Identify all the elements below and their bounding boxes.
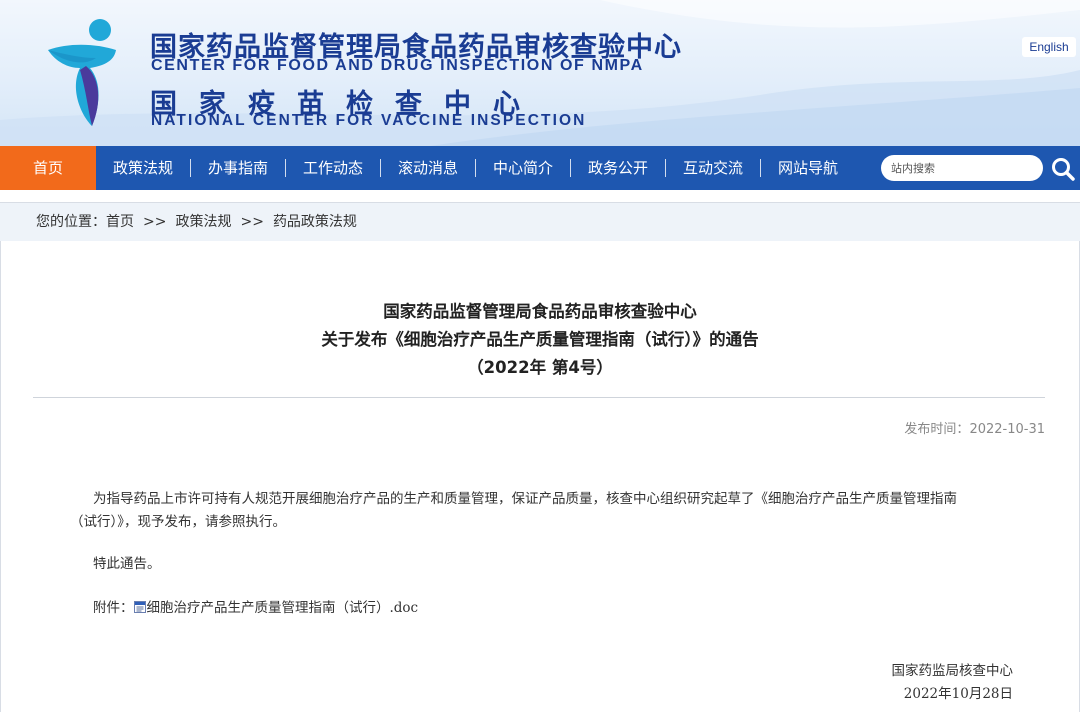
breadcrumb-separator: >> (240, 214, 264, 230)
nav-item-sitemap[interactable]: 网站导航 (761, 146, 855, 190)
nav-item-guide[interactable]: 办事指南 (191, 146, 285, 190)
site-search-input[interactable] (881, 155, 1043, 181)
nav-item-policy[interactable]: 政策法规 (96, 146, 190, 190)
org-name-en: CENTER FOR FOOD AND DRUG INSPECTION OF N… (151, 57, 644, 74)
article-title-line-3: （2022年 第4号） (467, 358, 613, 377)
publish-date-value: 2022-10-31 (969, 422, 1045, 437)
publish-date: 发布时间：2022-10-31 (904, 418, 1045, 437)
org2-name-en: NATIONAL CENTER FOR VACCINE INSPECTION (151, 112, 587, 129)
signature-org: 国家药监局核查中心 (891, 663, 1014, 679)
breadcrumb-policy[interactable]: 政策法规 (175, 203, 231, 241)
breadcrumb-home[interactable]: 首页 (106, 203, 134, 241)
content-panel (0, 202, 1080, 712)
article-paragraph-line-1: 为指导药品上市许可持有人规范开展细胞治疗产品的生产和质量管理，保证产品质量，核查… (93, 491, 957, 507)
nav-item-rolling[interactable]: 滚动消息 (381, 146, 475, 190)
site-header: 国家药品监督管理局食品药品审核查验中心 CENTER FOR FOOD AND … (0, 0, 1080, 146)
breadcrumb: 您的位置：首页 >> 政策法规 >> 药品政策法规 (0, 203, 1080, 241)
search-icon[interactable] (1050, 156, 1076, 182)
attachment-link[interactable]: 细胞治疗产品生产质量管理指南（试行）.doc (147, 600, 419, 616)
english-language-button[interactable]: English (1022, 37, 1076, 57)
article-notice: 特此通告。 (93, 556, 161, 572)
breadcrumb-drug-policy[interactable]: 药品政策法规 (273, 203, 357, 241)
word-doc-icon[interactable] (133, 601, 146, 613)
nav-item-home[interactable]: 首页 (0, 146, 96, 190)
publish-date-label: 发布时间： (904, 422, 970, 437)
attachment-label: 附件： (93, 600, 134, 616)
signature-date: 2022年10月28日 (903, 686, 1013, 702)
nav-item-about[interactable]: 中心简介 (476, 146, 570, 190)
breadcrumb-separator: >> (143, 214, 167, 230)
nmpa-logo-icon (48, 19, 116, 126)
attachment-row: 附件： 细胞治疗产品生产质量管理指南（试行）.doc (93, 596, 418, 616)
article-paragraph-line-2: （试行）》，现予发布，请参照执行。 (70, 514, 286, 530)
article-title-line-1: 国家药品监督管理局食品药品审核查验中心 (383, 302, 697, 321)
nav-item-news[interactable]: 工作动态 (286, 146, 380, 190)
breadcrumb-prefix: 您的位置： (36, 214, 106, 230)
nav-item-interaction[interactable]: 互动交流 (666, 146, 760, 190)
title-divider (33, 397, 1045, 398)
nav-item-public-affairs[interactable]: 政务公开 (571, 146, 665, 190)
article-title-line-2: 关于发布《细胞治疗产品生产质量管理指南（试行）》的通告 (321, 330, 759, 349)
